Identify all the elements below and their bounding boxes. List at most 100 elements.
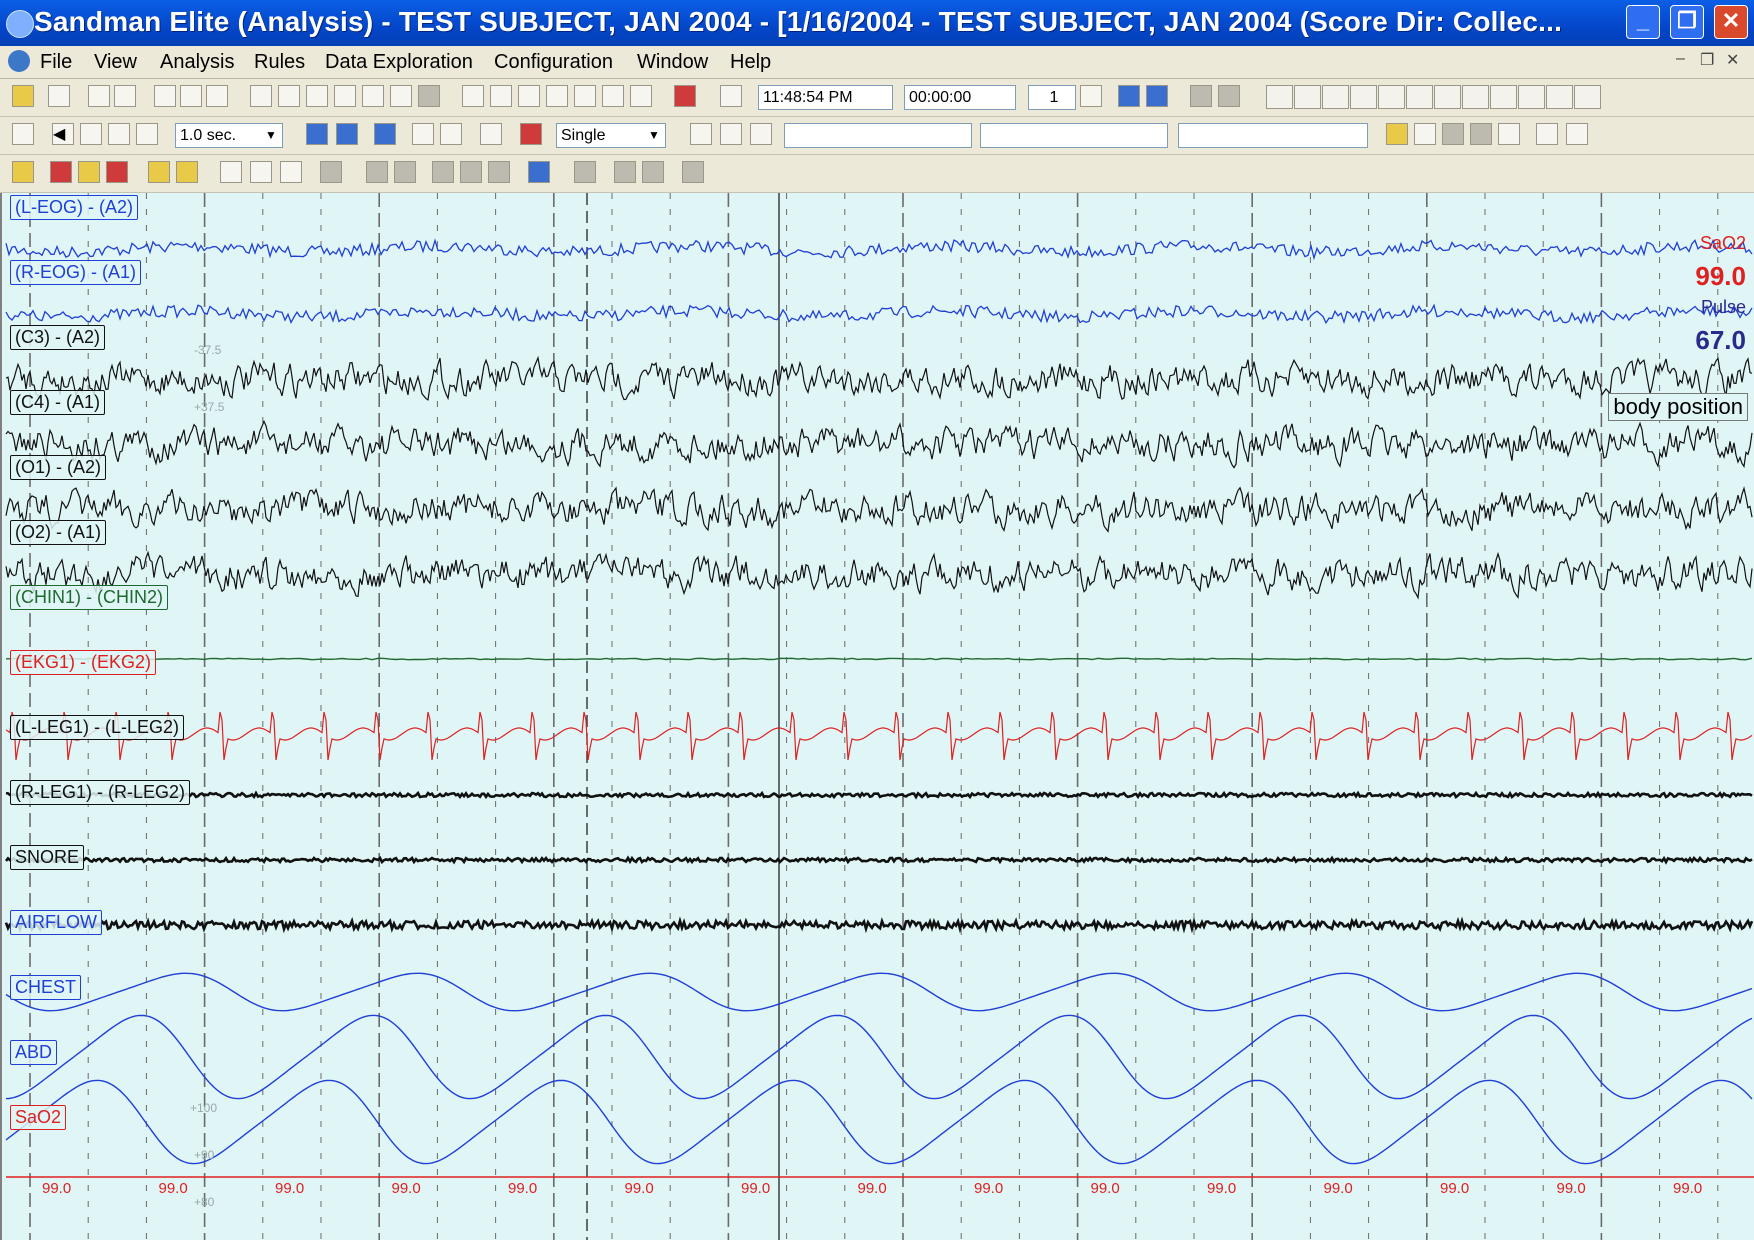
import-icon[interactable]: [148, 161, 170, 183]
menu-configuration[interactable]: Configuration: [494, 51, 613, 74]
channel-label[interactable]: (R-LEG1) - (R-LEG2): [10, 780, 191, 805]
cursor-icon[interactable]: [412, 123, 434, 145]
folder-1-icon[interactable]: [1386, 123, 1408, 145]
rewind-icon[interactable]: ◀: [52, 123, 74, 145]
wave-2-icon[interactable]: [720, 123, 742, 145]
epoch-10-icon[interactable]: [278, 85, 300, 107]
find-next-icon[interactable]: [250, 161, 272, 183]
stage-slot-9[interactable]: [1490, 85, 1517, 109]
wave-1-icon[interactable]: [690, 123, 712, 145]
wave-3-icon[interactable]: [750, 123, 772, 145]
tool-6-icon[interactable]: [528, 161, 550, 183]
menu-data-exploration[interactable]: Data Exploration: [325, 51, 473, 74]
stop-icon[interactable]: [80, 123, 102, 145]
copy-icon[interactable]: [88, 85, 110, 107]
clock-time-field[interactable]: 11:48:54 PM: [758, 85, 893, 110]
annotation-field-3[interactable]: [1178, 123, 1368, 148]
mode-select[interactable]: Single ▼: [556, 123, 666, 148]
mdi-minimize-button[interactable]: –: [1676, 50, 1685, 68]
signal-display[interactable]: 99.0 99.0 99.0 99.0 99.0 99.0 99.0 99.0 99.0 99.0…: [0, 193, 1754, 1240]
baseline-icon[interactable]: [374, 123, 396, 145]
menu-view[interactable]: View: [94, 51, 137, 74]
record-icon[interactable]: [50, 161, 72, 183]
stage-slot-1[interactable]: [1266, 85, 1293, 109]
stage-slot-8[interactable]: [1462, 85, 1489, 109]
hatch-icon[interactable]: [520, 123, 542, 145]
filter-3-icon[interactable]: [518, 85, 540, 107]
channel-label[interactable]: (L-LEG1) - (L-LEG2): [10, 715, 185, 740]
split-view-icon[interactable]: [1118, 85, 1140, 107]
open-icon[interactable]: [12, 85, 34, 107]
epoch-60-icon[interactable]: [334, 85, 356, 107]
channel-label[interactable]: SaO2: [10, 1105, 67, 1130]
channel-label[interactable]: CHEST: [10, 975, 82, 1000]
stage-slot-11[interactable]: [1546, 85, 1573, 109]
stage-slot-6[interactable]: [1406, 85, 1433, 109]
report-icon[interactable]: [1536, 123, 1558, 145]
align-middle-icon[interactable]: [336, 123, 358, 145]
event-edit-icon[interactable]: [480, 123, 502, 145]
epoch-300-icon[interactable]: [390, 85, 412, 107]
menu-window[interactable]: Window: [637, 51, 708, 74]
stage-slot-12[interactable]: [1574, 85, 1601, 109]
go-end-icon[interactable]: [1080, 85, 1102, 107]
annotation-field-1[interactable]: [784, 123, 972, 148]
chevron-down-icon[interactable]: ▼: [262, 126, 280, 145]
stage-slot-5[interactable]: [1378, 85, 1405, 109]
menu-file[interactable]: File: [40, 51, 72, 74]
window-icon[interactable]: [12, 123, 34, 145]
gain-down-icon[interactable]: [180, 85, 202, 107]
annotation-field-2[interactable]: [980, 123, 1168, 148]
find-prev-icon[interactable]: [280, 161, 302, 183]
filter-5-icon[interactable]: [574, 85, 596, 107]
mdi-close-button[interactable]: ✕: [1726, 50, 1739, 70]
channel-label[interactable]: (R-EOG) - (A1): [10, 260, 141, 285]
stage-slot-4[interactable]: [1350, 85, 1377, 109]
montage-icon[interactable]: [48, 85, 70, 107]
stage-slot-10[interactable]: [1518, 85, 1545, 109]
export-icon[interactable]: [1566, 123, 1588, 145]
folder-2-icon[interactable]: [1414, 123, 1436, 145]
filter-1-icon[interactable]: [462, 85, 484, 107]
stage-slot-3[interactable]: [1322, 85, 1349, 109]
play-icon[interactable]: [108, 123, 130, 145]
channel-label[interactable]: (O2) - (A1): [10, 520, 107, 545]
print-icon[interactable]: [114, 85, 136, 107]
go-start-icon[interactable]: [720, 85, 742, 107]
stage-slot-2[interactable]: [1294, 85, 1321, 109]
channel-label[interactable]: (C4) - (A1): [10, 390, 105, 415]
document-icon[interactable]: [8, 50, 30, 72]
new-icon[interactable]: [12, 161, 34, 183]
chevron-down-icon[interactable]: ▼: [645, 126, 663, 145]
filter-7-icon[interactable]: [630, 85, 652, 107]
fast-forward-icon[interactable]: [136, 123, 158, 145]
channel-label[interactable]: ABD: [10, 1040, 58, 1065]
minimize-button[interactable]: _: [1626, 5, 1660, 39]
channel-label[interactable]: (EKG1) - (EKG2): [10, 650, 157, 675]
channel-label[interactable]: (CHIN1) - (CHIN2): [10, 585, 168, 610]
close-button[interactable]: ✕: [1714, 5, 1748, 39]
elapsed-time-field[interactable]: 00:00:00: [904, 85, 1016, 110]
speed-select[interactable]: 1.0 sec. ▼: [175, 123, 283, 148]
copy-events-icon[interactable]: [78, 161, 100, 183]
page-number-field[interactable]: 1: [1028, 85, 1076, 110]
stage-slot-7[interactable]: [1434, 85, 1461, 109]
channel-label[interactable]: SNORE: [10, 845, 85, 870]
zoom-icon[interactable]: [220, 161, 242, 183]
channel-label[interactable]: AIRFLOW: [10, 910, 103, 935]
menu-help[interactable]: Help: [730, 51, 771, 74]
channel-label[interactable]: (C3) - (A2): [10, 325, 105, 350]
filter-2-icon[interactable]: [490, 85, 512, 107]
channel-label[interactable]: (O1) - (A2): [10, 455, 107, 480]
maximize-button[interactable]: ❐: [1670, 5, 1704, 39]
epoch-5-icon[interactable]: [250, 85, 272, 107]
gain-up-icon[interactable]: [154, 85, 176, 107]
export-events-icon[interactable]: [176, 161, 198, 183]
menu-rules[interactable]: Rules: [254, 51, 305, 74]
tile-view-icon[interactable]: [1146, 85, 1168, 107]
gain-reset-icon[interactable]: [206, 85, 228, 107]
epoch-120-icon[interactable]: [362, 85, 384, 107]
filter-4-icon[interactable]: [546, 85, 568, 107]
channel-label[interactable]: (L-EOG) - (A2): [10, 195, 139, 220]
folder-5-icon[interactable]: [1498, 123, 1520, 145]
